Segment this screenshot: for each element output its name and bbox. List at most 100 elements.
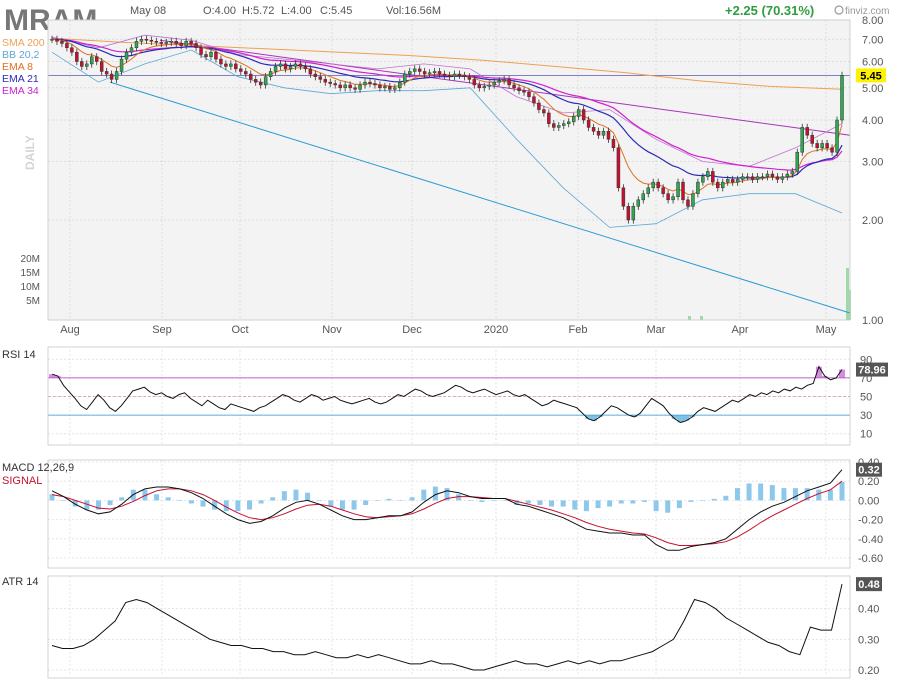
candle-body <box>656 181 660 189</box>
candle-body <box>239 68 243 72</box>
candle-body <box>671 196 675 201</box>
candle-body <box>447 75 452 77</box>
candle-body <box>288 66 293 70</box>
candle-body <box>194 43 198 49</box>
candle-body <box>452 73 457 77</box>
candle-body <box>164 42 169 44</box>
candle-body <box>199 47 203 55</box>
macd-histogram-bar <box>793 488 799 501</box>
volume-bar <box>700 316 703 320</box>
month-axis-tick: Dec <box>402 324 422 336</box>
price-axis-tick: 4.00 <box>862 115 883 127</box>
candle-body <box>666 193 670 201</box>
price-axis-tick: 7.00 <box>862 34 883 46</box>
macd-histogram-bar <box>758 483 764 501</box>
macd-histogram-bar <box>177 500 183 501</box>
candle-body <box>432 71 437 74</box>
volume-bar <box>848 290 851 320</box>
atr-axis-tick: 0.30 <box>858 634 879 646</box>
candle <box>681 178 685 204</box>
candle-body <box>462 75 467 77</box>
candle-body <box>631 205 636 221</box>
candle-body <box>353 87 357 90</box>
candle-body <box>725 179 730 183</box>
macd-histogram-bar <box>421 489 427 501</box>
candle-body <box>457 73 462 76</box>
macd-axis-tick: -0.40 <box>858 534 883 546</box>
candle-body <box>661 187 665 194</box>
macd-histogram-bar <box>270 497 276 501</box>
candle-body <box>298 63 303 67</box>
candle-body <box>109 73 114 80</box>
candle-body <box>770 173 775 177</box>
last-price-label: 5.45 <box>860 70 881 82</box>
candle-body <box>581 109 586 121</box>
macd-value-label: 0.32 <box>858 465 879 477</box>
macd-histogram-bar <box>618 500 624 504</box>
candle-body <box>338 84 342 89</box>
candle-body <box>263 76 268 86</box>
candle-body <box>820 143 824 149</box>
macd-histogram-bar <box>595 500 601 509</box>
macd-histogram-bar <box>839 481 845 501</box>
candle-body <box>373 83 377 86</box>
quote-change: +2.25 (70.31%) <box>725 3 814 18</box>
quote-low: L:4.00 <box>281 5 312 17</box>
legend-entry: EMA 34 <box>2 85 39 97</box>
quote-high: H:5.72 <box>242 5 274 17</box>
quote-date: May 08 <box>130 5 166 17</box>
month-axis-tick: Nov <box>322 324 342 336</box>
macd-histogram-bar <box>525 500 531 504</box>
candle-body <box>328 81 332 84</box>
rsi-axis-tick: 30 <box>860 410 872 422</box>
candle-body <box>219 58 223 65</box>
macd-histogram-bar <box>676 500 682 509</box>
candle-body <box>765 173 770 177</box>
macd-histogram-bar <box>816 489 822 501</box>
macd-histogram-bar <box>653 500 659 512</box>
candle-body <box>388 86 392 90</box>
candle-body <box>557 125 561 128</box>
candle-body <box>542 109 546 114</box>
atr-value-label: 0.48 <box>858 579 879 591</box>
candle-body <box>55 39 59 42</box>
candle-body <box>129 47 134 53</box>
rsi-value-label: 78.96 <box>858 365 886 377</box>
candle-body <box>626 205 631 221</box>
candle-body <box>283 63 288 70</box>
quote-close: C:5.45 <box>320 5 352 17</box>
macd-histogram-bar <box>165 497 171 501</box>
candle-body <box>174 41 178 44</box>
candle-body <box>606 130 611 140</box>
rsi-axis-tick: 50 <box>860 392 872 404</box>
macd-title: MACD 12,26,9 <box>2 462 74 474</box>
candle-body <box>139 39 144 42</box>
macd-histogram-bar <box>734 488 740 501</box>
quote-volume: Vol:16.56M <box>386 5 441 17</box>
candle-body <box>209 51 213 58</box>
candle-body <box>204 54 208 58</box>
candle-body <box>467 76 472 80</box>
candle-body <box>527 91 531 97</box>
candle-body <box>571 116 576 123</box>
candle-body <box>785 173 790 177</box>
candle <box>800 123 804 156</box>
candle-body <box>591 127 596 132</box>
candle-body <box>80 61 84 67</box>
candle <box>840 71 844 124</box>
macd-histogram-bar <box>723 495 729 501</box>
candle-body <box>144 39 149 41</box>
candle-body <box>711 171 715 183</box>
candle-body <box>641 193 645 201</box>
candle-body <box>537 102 541 110</box>
candle-body <box>775 176 780 180</box>
candle-body <box>740 176 745 180</box>
candle-body <box>576 109 581 117</box>
candle-body <box>716 181 720 189</box>
macd-histogram-bar <box>409 497 415 501</box>
macd-histogram-bar <box>281 491 287 501</box>
macd-histogram-bar <box>61 500 67 501</box>
candle-body <box>94 56 99 62</box>
candle-body <box>258 81 263 86</box>
macd-histogram-bar <box>572 500 578 510</box>
